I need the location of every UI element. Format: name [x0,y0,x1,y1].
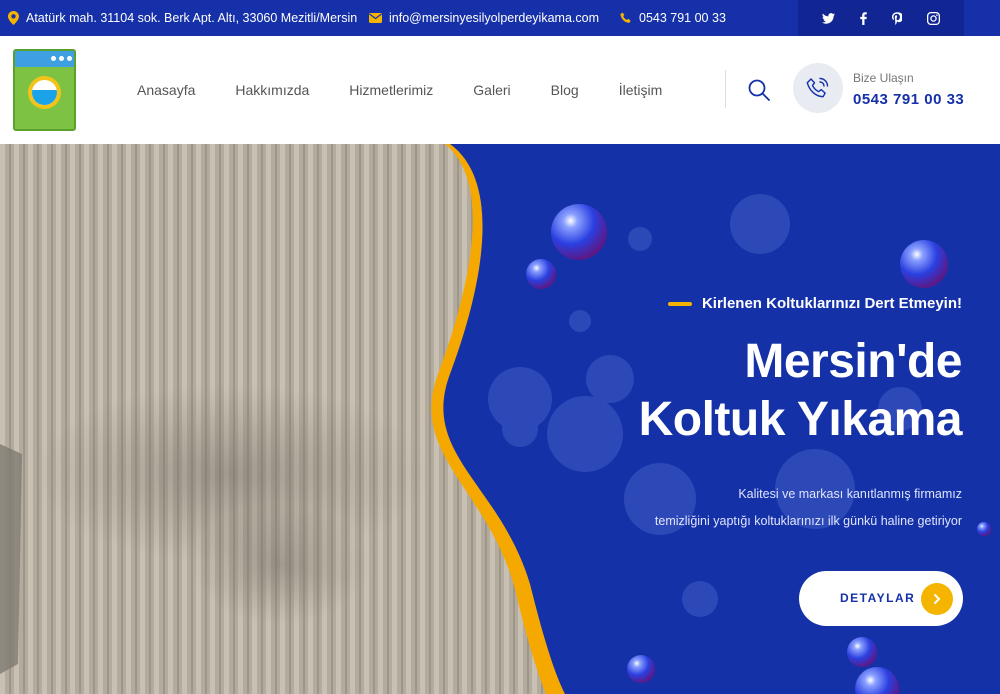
twitter-icon[interactable] [822,12,836,24]
nav-item-blog[interactable]: Blog [551,82,579,98]
site-logo[interactable] [13,49,76,131]
email-item[interactable]: info@mersinyesilyolperdeyikama.com [369,0,599,36]
hero-desc-line2: temizliğini yaptığı koltuklarınızı ilk g… [654,514,962,528]
nav-item-anasayfa[interactable]: Anasayfa [137,82,195,98]
social-links [798,0,964,36]
phone-text: 0543 791 00 33 [639,11,726,25]
hero-title-line2: Koltuk Yıkama [638,393,963,446]
washer-water [32,90,57,105]
hero-subtitle: Kirlenen Koltuklarınızı Dert Etmeyin! [667,295,962,312]
location-pin-icon [8,11,19,25]
washer-button-dot [67,56,72,61]
search-button[interactable] [745,76,773,104]
phone-icon [620,12,632,24]
details-button-label: DETAYLAR [840,591,916,605]
hero-subtitle-text: Kirlenen Koltuklarınızı Dert Etmeyin! [701,295,962,312]
nav-divider [725,70,726,108]
email-text: info@mersinyesilyolperdeyikama.com [389,11,599,25]
address-text: Atatürk mah. 31104 sok. Berk Apt. Altı, … [26,11,358,25]
instagram-icon[interactable] [926,11,940,25]
hero-desc-line1: Kalitesi ve markası kanıtlanmış firmamız [738,487,962,501]
contact-phone[interactable]: 0543 791 00 33 [853,91,964,108]
search-icon [748,79,770,101]
hero-slider: Kirlenen Koltuklarınızı Dert Etmeyin! Me… [0,144,1000,694]
washer-button-dot [59,56,64,61]
washer-panel [15,51,74,67]
nav-item-galeri[interactable]: Galeri [473,82,510,98]
main-nav: Anasayfa Hakkımızda Hizmetlerimiz Galeri… [137,36,702,144]
subtitle-accent-bar [667,301,692,306]
hero-title-line1: Mersin'de [744,335,962,388]
main-header: Anasayfa Hakkımızda Hizmetlerimiz Galeri… [0,36,1000,144]
address-item: Atatürk mah. 31104 sok. Berk Apt. Altı, … [8,0,357,36]
details-button[interactable]: DETAYLAR [799,571,963,626]
phone-call-icon [806,77,829,98]
chevron-right-icon [921,583,953,615]
hero-title: Mersin'de Koltuk Yıkama [638,333,963,449]
hero-description: Kalitesi ve markası kanıtlanmış firmamız… [655,481,962,535]
nav-item-hakkimizda[interactable]: Hakkımızda [235,82,309,98]
nav-item-hizmetlerimiz[interactable]: Hizmetlerimiz [349,82,433,98]
top-bar: Atatürk mah. 31104 sok. Berk Apt. Altı, … [0,0,1000,36]
envelope-icon [369,13,382,23]
phone-item[interactable]: 0543 791 00 33 [620,0,726,36]
nav-item-iletisim[interactable]: İletişim [619,82,663,98]
washer-button-dot [51,56,56,61]
washer-drum [28,76,61,109]
pinterest-icon[interactable] [891,11,902,25]
contact-label: Bize Ulaşın [853,71,914,85]
call-button[interactable] [793,63,843,113]
facebook-icon[interactable] [860,11,867,25]
